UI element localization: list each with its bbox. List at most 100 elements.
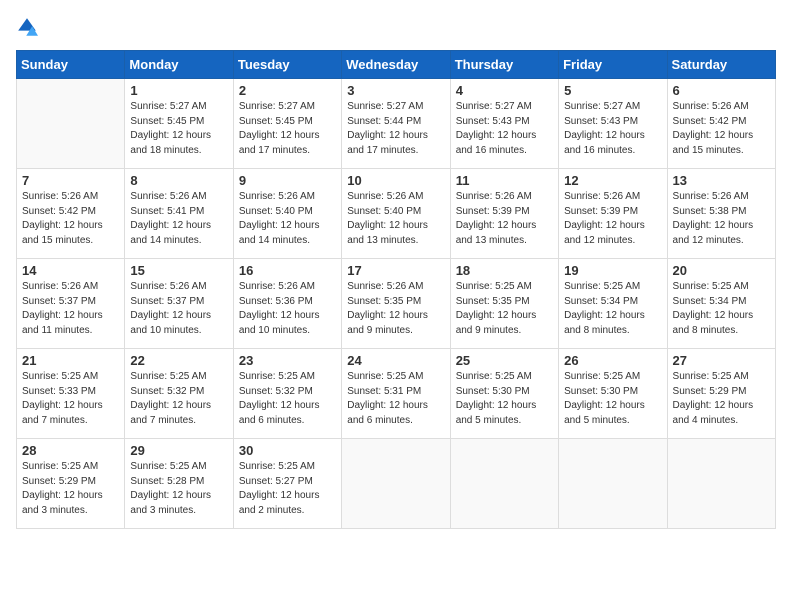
day-number: 28 [22,443,119,458]
day-number: 2 [239,83,336,98]
col-header-saturday: Saturday [667,51,775,79]
day-number: 4 [456,83,553,98]
calendar-cell: 21 Sunrise: 5:25 AM Sunset: 5:33 PM Dayli… [17,349,125,439]
day-number: 16 [239,263,336,278]
week-row-2: 7 Sunrise: 5:26 AM Sunset: 5:42 PM Daylig… [17,169,776,259]
calendar-cell: 30Sunrise: 5:25 AM Sunset: 5:27 PM Dayli… [233,439,341,529]
day-number: 25 [456,353,553,368]
calendar-cell [17,79,125,169]
calendar-cell: 4 Sunrise: 5:27 AM Sunset: 5:43 PM Daylig… [450,79,558,169]
day-info: Sunrise: 5:26 AM Sunset: 5:40 PM Dayligh… [347,190,444,248]
calendar-cell: 18Sunrise: 5:25 AM Sunset: 5:35 PM Dayli… [450,259,558,349]
day-info: Sunrise: 5:26 AM Sunset: 5:38 PM Dayligh… [673,190,770,248]
calendar-table: SundayMondayTuesdayWednesdayThursdayFrid… [16,50,776,529]
day-info: Sunrise: 5:26 AM Sunset: 5:39 PM Dayligh… [564,190,661,248]
calendar-cell: 16 Sunrise: 5:26 AM Sunset: 5:36 PM Dayli… [233,259,341,349]
day-info: Sunrise: 5:25 AM Sunset: 5:34 PM Dayligh… [564,280,661,338]
day-info: Sunrise: 5:27 AM Sunset: 5:43 PM Dayligh… [456,100,553,158]
calendar-cell: 22 Sunrise: 5:25 AM Sunset: 5:32 PM Dayli… [125,349,233,439]
day-info: Sunrise: 5:25 AM Sunset: 5:28 PM Dayligh… [130,460,227,518]
calendar-cell: 19 Sunrise: 5:25 AM Sunset: 5:34 PM Dayli… [559,259,667,349]
day-info: Sunrise: 5:26 AM Sunset: 5:39 PM Dayligh… [456,190,553,248]
day-number: 9 [239,173,336,188]
calendar-cell: 12 Sunrise: 5:26 AM Sunset: 5:39 PM Dayli… [559,169,667,259]
day-info: Sunrise: 5:25 AM Sunset: 5:29 PM Dayligh… [673,370,770,428]
day-number: 14 [22,263,119,278]
calendar-cell: 9 Sunrise: 5:26 AM Sunset: 5:40 PM Daylig… [233,169,341,259]
day-number: 27 [673,353,770,368]
day-number: 11 [456,173,553,188]
logo-icon [16,16,38,38]
calendar-cell: 7 Sunrise: 5:26 AM Sunset: 5:42 PM Daylig… [17,169,125,259]
calendar-cell: 6 Sunrise: 5:26 AM Sunset: 5:42 PM Daylig… [667,79,775,169]
day-info: Sunrise: 5:27 AM Sunset: 5:44 PM Dayligh… [347,100,444,158]
day-number: 19 [564,263,661,278]
calendar-cell: 25 Sunrise: 5:25 AM Sunset: 5:30 PM Dayli… [450,349,558,439]
day-info: Sunrise: 5:26 AM Sunset: 5:41 PM Dayligh… [130,190,227,248]
col-header-monday: Monday [125,51,233,79]
calendar-cell: 17Sunrise: 5:26 AM Sunset: 5:35 PM Dayli… [342,259,450,349]
calendar-cell: 29 Sunrise: 5:25 AM Sunset: 5:28 PM Dayli… [125,439,233,529]
calendar-cell: 2 Sunrise: 5:27 AM Sunset: 5:45 PM Daylig… [233,79,341,169]
day-number: 5 [564,83,661,98]
week-row-5: 28Sunrise: 5:25 AM Sunset: 5:29 PM Dayli… [17,439,776,529]
calendar-header-row: SundayMondayTuesdayWednesdayThursdayFrid… [17,51,776,79]
calendar-cell: 3 Sunrise: 5:27 AM Sunset: 5:44 PM Daylig… [342,79,450,169]
day-number: 3 [347,83,444,98]
day-number: 7 [22,173,119,188]
day-number: 10 [347,173,444,188]
calendar-cell: 10 Sunrise: 5:26 AM Sunset: 5:40 PM Dayli… [342,169,450,259]
day-info: Sunrise: 5:25 AM Sunset: 5:35 PM Dayligh… [456,280,553,338]
header [16,16,776,38]
logo [16,16,42,38]
day-info: Sunrise: 5:26 AM Sunset: 5:36 PM Dayligh… [239,280,336,338]
calendar-cell [342,439,450,529]
week-row-4: 21 Sunrise: 5:25 AM Sunset: 5:33 PM Dayli… [17,349,776,439]
calendar-cell: 1 Sunrise: 5:27 AM Sunset: 5:45 PM Daylig… [125,79,233,169]
day-info: Sunrise: 5:25 AM Sunset: 5:32 PM Dayligh… [130,370,227,428]
calendar-cell: 8 Sunrise: 5:26 AM Sunset: 5:41 PM Daylig… [125,169,233,259]
day-info: Sunrise: 5:26 AM Sunset: 5:40 PM Dayligh… [239,190,336,248]
week-row-1: 1 Sunrise: 5:27 AM Sunset: 5:45 PM Daylig… [17,79,776,169]
calendar-cell: 27 Sunrise: 5:25 AM Sunset: 5:29 PM Dayli… [667,349,775,439]
calendar-cell: 5Sunrise: 5:27 AM Sunset: 5:43 PM Daylig… [559,79,667,169]
day-number: 22 [130,353,227,368]
day-info: Sunrise: 5:27 AM Sunset: 5:45 PM Dayligh… [130,100,227,158]
day-number: 21 [22,353,119,368]
calendar-cell: 11 Sunrise: 5:26 AM Sunset: 5:39 PM Dayli… [450,169,558,259]
day-info: Sunrise: 5:26 AM Sunset: 5:42 PM Dayligh… [673,100,770,158]
day-info: Sunrise: 5:25 AM Sunset: 5:27 PM Dayligh… [239,460,336,518]
col-header-friday: Friday [559,51,667,79]
day-number: 26 [564,353,661,368]
day-number: 8 [130,173,227,188]
calendar-cell: 14 Sunrise: 5:26 AM Sunset: 5:37 PM Dayli… [17,259,125,349]
day-number: 23 [239,353,336,368]
calendar-cell: 23 Sunrise: 5:25 AM Sunset: 5:32 PM Dayli… [233,349,341,439]
day-number: 13 [673,173,770,188]
day-info: Sunrise: 5:26 AM Sunset: 5:42 PM Dayligh… [22,190,119,248]
day-info: Sunrise: 5:25 AM Sunset: 5:32 PM Dayligh… [239,370,336,428]
day-info: Sunrise: 5:25 AM Sunset: 5:34 PM Dayligh… [673,280,770,338]
day-info: Sunrise: 5:25 AM Sunset: 5:33 PM Dayligh… [22,370,119,428]
day-info: Sunrise: 5:26 AM Sunset: 5:37 PM Dayligh… [22,280,119,338]
day-info: Sunrise: 5:25 AM Sunset: 5:31 PM Dayligh… [347,370,444,428]
day-number: 29 [130,443,227,458]
calendar-cell [450,439,558,529]
day-info: Sunrise: 5:27 AM Sunset: 5:45 PM Dayligh… [239,100,336,158]
day-number: 6 [673,83,770,98]
day-number: 12 [564,173,661,188]
day-info: Sunrise: 5:25 AM Sunset: 5:30 PM Dayligh… [456,370,553,428]
calendar-cell: 24 Sunrise: 5:25 AM Sunset: 5:31 PM Dayli… [342,349,450,439]
col-header-tuesday: Tuesday [233,51,341,79]
day-number: 24 [347,353,444,368]
day-number: 1 [130,83,227,98]
day-info: Sunrise: 5:26 AM Sunset: 5:37 PM Dayligh… [130,280,227,338]
calendar-cell: 20Sunrise: 5:25 AM Sunset: 5:34 PM Dayli… [667,259,775,349]
day-info: Sunrise: 5:26 AM Sunset: 5:35 PM Dayligh… [347,280,444,338]
calendar-cell: 15 Sunrise: 5:26 AM Sunset: 5:37 PM Dayli… [125,259,233,349]
calendar-cell: 28Sunrise: 5:25 AM Sunset: 5:29 PM Dayli… [17,439,125,529]
calendar-cell: 13 Sunrise: 5:26 AM Sunset: 5:38 PM Dayli… [667,169,775,259]
day-number: 15 [130,263,227,278]
calendar-cell [667,439,775,529]
col-header-wednesday: Wednesday [342,51,450,79]
